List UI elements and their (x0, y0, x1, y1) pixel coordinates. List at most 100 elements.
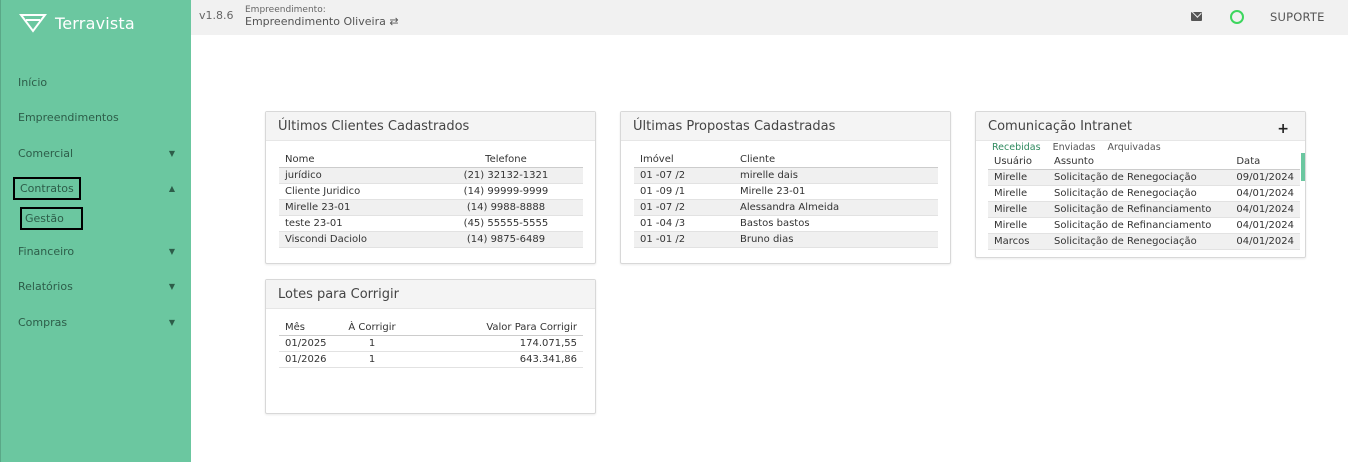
tab-enviadas[interactable]: Enviadas (1053, 142, 1096, 153)
sidebar-item-label: Início (18, 75, 48, 89)
table-row[interactable]: 01 -07 /2 mirelle dais (634, 167, 938, 183)
version-label: v1.8.6 (199, 9, 234, 22)
tab-recebidas[interactable]: Recebidas (992, 142, 1041, 153)
table-row[interactable]: teste 23-01 (45) 55555-5555 (279, 215, 583, 231)
chevron-down-icon: ▼ (168, 246, 175, 256)
empreendimento-switch[interactable]: Empreendimento Oliveira ⇄ (245, 15, 399, 28)
table-row[interactable]: Mirelle Solicitação de Renegociação 04/01/… (988, 185, 1300, 201)
table-row[interactable]: Marcos Solicitação de Renegociação 04/01/2… (988, 233, 1300, 249)
status-circle-icon (1230, 10, 1244, 24)
lotes-card: Lotes para Corrigir Mês À Corrigir Valor… (265, 279, 596, 414)
mail-icon[interactable] (1191, 12, 1202, 21)
brand[interactable]: Terravista (19, 12, 135, 34)
table-cell: Mirelle (994, 187, 1028, 199)
support-button[interactable]: SUPORTE (1270, 10, 1325, 24)
table-cell: Solicitação de Renegociação (1048, 169, 1231, 185)
table-cell: Cliente Juridico (285, 185, 361, 197)
table-cell: Marcos (988, 233, 1048, 249)
topbar: v1.8.6 Empreendimento: Empreendimento Ol… (191, 0, 1348, 35)
table-cell: Alessandra Almeida (734, 199, 938, 215)
sidebar-item-gestao[interactable]: Gestão (20, 206, 175, 230)
table-row[interactable]: 01 -01 /2 Bruno dias (634, 231, 938, 247)
table-cell: (14) 9875-6489 (428, 231, 583, 247)
table-cell: 01 -04 /3 (640, 217, 686, 229)
sidebar-item-label: Gestão (20, 206, 83, 230)
table-cell: 01/2026 (285, 353, 327, 365)
clientes-table: Nome Telefone jurídico (21) 32132-1321 Cl… (279, 153, 583, 248)
table-cell: Mirelle (988, 201, 1048, 217)
chevron-up-icon: ▲ (168, 183, 175, 193)
table-row[interactable]: Cliente Juridico (14) 99999-9999 (279, 183, 583, 199)
card-header: Últimos Clientes Cadastrados (266, 112, 595, 141)
table-row[interactable]: Mirelle Solicitação de Refinanciamento 04/… (988, 217, 1300, 233)
table-cell: Bruno dias (734, 231, 938, 247)
intranet-tabs: Recebidas Enviadas Arquivadas (992, 142, 1161, 153)
table-cell: Mirelle (988, 169, 1048, 185)
table-cell: (14) 99999-9999 (463, 185, 549, 197)
tab-arquivadas[interactable]: Arquivadas (1107, 142, 1160, 153)
empreendimento-label: Empreendimento: (245, 5, 326, 15)
sidebar-item-contratos[interactable]: Contratos ▲ (13, 176, 175, 200)
column-header: À Corrigir (339, 321, 405, 336)
intranet-table: Usuário Assunto Data Mirelle Solicitação … (988, 155, 1300, 250)
column-header: Cliente (734, 153, 938, 168)
sidebar-item-label: Financeiro (18, 244, 75, 258)
card-title: Comunicação Intranet (988, 119, 1132, 134)
sidebar-item-label: Compras (18, 315, 68, 329)
table-row[interactable]: Mirelle Solicitação de Renegociação 09/01/… (988, 169, 1300, 185)
table-cell: 01 -09 /1 (640, 185, 686, 197)
card-title: Últimos Clientes Cadastrados (278, 119, 470, 134)
sidebar-item-inicio[interactable]: Início (18, 74, 175, 90)
chevron-down-icon: ▼ (168, 148, 175, 158)
table-row[interactable]: Mirelle 23-01 (14) 9988-8888 (279, 199, 583, 215)
column-header: Telefone (428, 153, 583, 168)
intranet-card: Comunicação Intranet + Recebidas Enviada… (975, 111, 1306, 258)
table-cell: 174.071,55 (519, 337, 577, 349)
table-cell: Mirelle (994, 219, 1028, 231)
column-header: Usuário (988, 155, 1048, 170)
table-cell: Viscondi Daciolo (279, 231, 429, 247)
sidebar-item-label: Empreendimentos (18, 110, 119, 124)
column-header: Nome (279, 153, 429, 168)
plus-icon[interactable]: + (1277, 121, 1289, 137)
sidebar-item-empreendimentos[interactable]: Empreendimentos (18, 109, 175, 125)
table-cell: Solicitação de Refinanciamento (1048, 201, 1231, 217)
table-row[interactable]: Mirelle Solicitação de Refinanciamento 04/… (988, 201, 1300, 217)
table-row[interactable]: 01 -09 /1 Mirelle 23-01 (634, 183, 938, 199)
sidebar: Terravista Início Empreendimentos Comerc… (0, 0, 191, 462)
sidebar-item-financeiro[interactable]: Financeiro ▼ (18, 243, 175, 259)
table-cell: 04/01/2024 (1230, 233, 1300, 249)
sidebar-item-label: Contratos (13, 176, 81, 200)
table-cell: 09/01/2024 (1230, 169, 1300, 185)
table-row[interactable]: 01 -07 /2 Alessandra Almeida (634, 199, 938, 215)
table-row[interactable]: Viscondi Daciolo (14) 9875-6489 (279, 231, 583, 247)
table-row[interactable]: 01/2026 1 643.341,86 (279, 351, 583, 367)
table-cell: 01/2025 (285, 337, 327, 349)
table-cell: 1 (368, 353, 376, 365)
column-header: Data (1230, 155, 1300, 170)
chevron-down-icon: ▼ (168, 317, 175, 327)
propostas-card: Últimas Propostas Cadastradas Imóvel Cli… (620, 111, 951, 264)
card-title: Lotes para Corrigir (278, 287, 399, 302)
sidebar-item-comercial[interactable]: Comercial ▼ (18, 145, 175, 161)
table-cell: (21) 32132-1321 (428, 167, 583, 183)
sidebar-item-compras[interactable]: Compras ▼ (18, 314, 175, 330)
table-cell: 04/01/2024 (1236, 187, 1294, 199)
lotes-table: Mês À Corrigir Valor Para Corrigir 01/20… (279, 321, 583, 368)
column-header: Assunto (1048, 155, 1231, 170)
table-cell: 01 -07 /2 (634, 199, 734, 215)
sidebar-item-label: Relatórios (18, 279, 73, 293)
table-cell: jurídico (279, 167, 429, 183)
table-row[interactable]: 01/2025 1 174.071,55 (279, 335, 583, 351)
table-cell: Mirelle 23-01 (279, 199, 429, 215)
table-row[interactable]: jurídico (21) 32132-1321 (279, 167, 583, 183)
table-cell: teste 23-01 (285, 217, 343, 229)
table-cell: 1 (368, 337, 376, 349)
scrollbar[interactable] (1301, 153, 1305, 181)
table-row[interactable]: 01 -04 /3 Bastos bastos (634, 215, 938, 231)
table-cell: (45) 55555-5555 (463, 217, 549, 229)
table-cell: Solicitação de Refinanciamento (1054, 219, 1212, 231)
column-header: Mês (279, 321, 339, 336)
sidebar-item-relatorios[interactable]: Relatórios ▼ (18, 278, 175, 294)
table-cell: Bastos bastos (740, 217, 810, 229)
